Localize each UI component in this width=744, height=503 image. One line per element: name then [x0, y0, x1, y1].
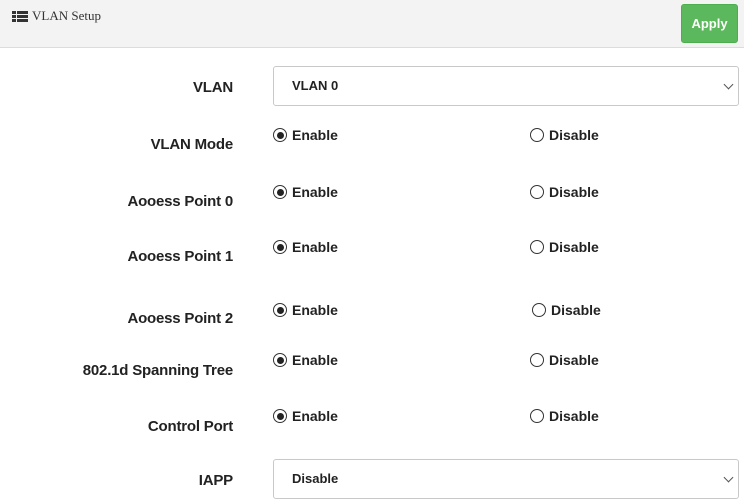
- radio-checked-icon: [273, 128, 287, 142]
- radio-unchecked-icon: [530, 240, 544, 254]
- access-point-1-label: Aooess Point 1: [127, 248, 233, 265]
- radio-unchecked-icon: [530, 185, 544, 199]
- list-icon: [12, 10, 28, 22]
- radio-label: Disable: [549, 184, 599, 200]
- access-point-0-label: Aooess Point 0: [127, 193, 233, 210]
- spanning-tree-label: 802.1d Spanning Tree: [82, 362, 233, 379]
- radio-label: Disable: [549, 127, 599, 143]
- spanning-tree-enable-radio[interactable]: Enable: [273, 352, 338, 368]
- radio-label: Enable: [292, 239, 338, 255]
- iapp-select-value: Disable: [292, 471, 339, 486]
- radio-label: Enable: [292, 184, 338, 200]
- iapp-select[interactable]: Disable: [273, 459, 739, 499]
- control-port-disable-radio[interactable]: Disable: [530, 408, 599, 424]
- panel-header: VLAN Setup Apply: [0, 0, 744, 48]
- radio-label: Enable: [292, 408, 338, 424]
- access-point-2-disable-radio[interactable]: Disable: [532, 302, 601, 318]
- control-port-enable-radio[interactable]: Enable: [273, 408, 338, 424]
- vlan-mode-disable-radio[interactable]: Disable: [530, 127, 599, 143]
- radio-label: Enable: [292, 127, 338, 143]
- access-point-0-enable-radio[interactable]: Enable: [273, 184, 338, 200]
- radio-unchecked-icon: [530, 353, 544, 367]
- radio-checked-icon: [273, 303, 287, 317]
- radio-checked-icon: [273, 409, 287, 423]
- access-point-1-disable-radio[interactable]: Disable: [530, 239, 599, 255]
- chevron-down-icon: [718, 460, 738, 498]
- vlan-label: VLAN: [192, 79, 233, 96]
- control-port-label: Control Port: [147, 418, 233, 435]
- radio-checked-icon: [273, 240, 287, 254]
- access-point-1-enable-radio[interactable]: Enable: [273, 239, 338, 255]
- radio-checked-icon: [273, 185, 287, 199]
- radio-label: Enable: [292, 302, 338, 318]
- spanning-tree-disable-radio[interactable]: Disable: [530, 352, 599, 368]
- access-point-0-disable-radio[interactable]: Disable: [530, 184, 599, 200]
- radio-unchecked-icon: [532, 303, 546, 317]
- panel-title-text: VLAN Setup: [32, 8, 101, 23]
- radio-label: Disable: [549, 408, 599, 424]
- radio-label: Disable: [549, 352, 599, 368]
- vlan-select-value: VLAN 0: [292, 78, 339, 93]
- radio-label: Disable: [551, 302, 601, 318]
- access-point-2-enable-radio[interactable]: Enable: [273, 302, 338, 318]
- iapp-label: IAPP: [198, 472, 233, 489]
- radio-checked-icon: [273, 353, 287, 367]
- panel-title: VLAN Setup: [12, 8, 101, 24]
- vlan-select[interactable]: VLAN 0: [273, 66, 739, 106]
- radio-unchecked-icon: [530, 409, 544, 423]
- radio-unchecked-icon: [530, 128, 544, 142]
- apply-button[interactable]: Apply: [681, 4, 738, 43]
- radio-label: Enable: [292, 352, 338, 368]
- chevron-down-icon: [718, 67, 738, 105]
- radio-label: Disable: [549, 239, 599, 255]
- access-point-2-label: Aooess Point 2: [127, 310, 233, 327]
- vlan-mode-label: VLAN Mode: [150, 136, 234, 153]
- vlan-mode-enable-radio[interactable]: Enable: [273, 127, 338, 143]
